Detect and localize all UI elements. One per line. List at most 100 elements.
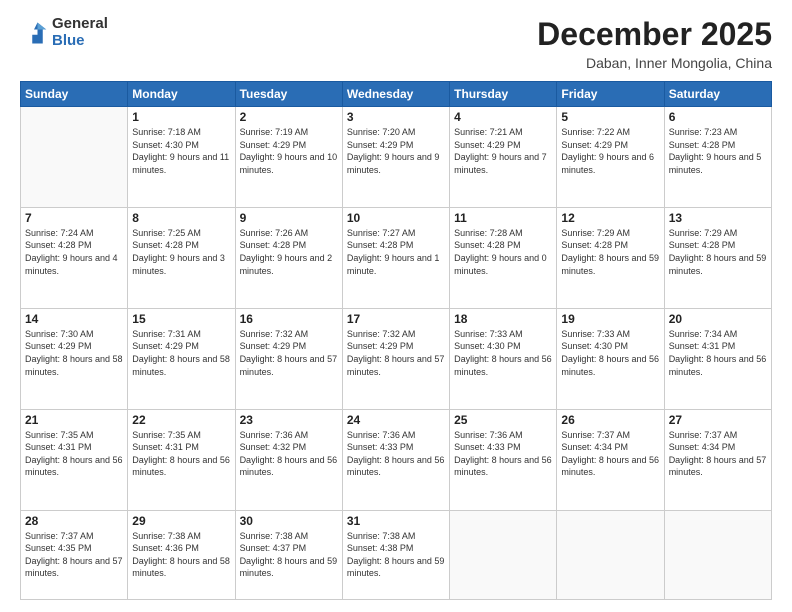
day-number: 9	[240, 211, 338, 225]
day-number: 29	[132, 514, 230, 528]
day-number: 27	[669, 413, 767, 427]
day-number: 26	[561, 413, 659, 427]
day-info: Sunrise: 7:28 AMSunset: 4:28 PMDaylight:…	[454, 227, 552, 277]
calendar-cell: 8 Sunrise: 7:25 AMSunset: 4:28 PMDayligh…	[128, 207, 235, 308]
calendar-cell: 4 Sunrise: 7:21 AMSunset: 4:29 PMDayligh…	[450, 107, 557, 208]
title-block: December 2025 Daban, Inner Mongolia, Chi…	[537, 16, 772, 71]
calendar-cell	[21, 107, 128, 208]
day-number: 5	[561, 110, 659, 124]
day-info: Sunrise: 7:20 AMSunset: 4:29 PMDaylight:…	[347, 126, 445, 176]
day-info: Sunrise: 7:33 AMSunset: 4:30 PMDaylight:…	[454, 328, 552, 378]
day-info: Sunrise: 7:30 AMSunset: 4:29 PMDaylight:…	[25, 328, 123, 378]
calendar-cell: 11 Sunrise: 7:28 AMSunset: 4:28 PMDaylig…	[450, 207, 557, 308]
logo-blue: Blue	[52, 33, 108, 50]
day-number: 24	[347, 413, 445, 427]
day-info: Sunrise: 7:36 AMSunset: 4:33 PMDaylight:…	[454, 429, 552, 479]
calendar-cell: 25 Sunrise: 7:36 AMSunset: 4:33 PMDaylig…	[450, 409, 557, 510]
day-number: 10	[347, 211, 445, 225]
header: General Blue December 2025 Daban, Inner …	[20, 16, 772, 71]
calendar-cell: 3 Sunrise: 7:20 AMSunset: 4:29 PMDayligh…	[342, 107, 449, 208]
day-info: Sunrise: 7:37 AMSunset: 4:34 PMDaylight:…	[561, 429, 659, 479]
day-number: 20	[669, 312, 767, 326]
calendar-cell: 29 Sunrise: 7:38 AMSunset: 4:36 PMDaylig…	[128, 510, 235, 599]
day-number: 28	[25, 514, 123, 528]
calendar-cell: 24 Sunrise: 7:36 AMSunset: 4:33 PMDaylig…	[342, 409, 449, 510]
day-info: Sunrise: 7:29 AMSunset: 4:28 PMDaylight:…	[561, 227, 659, 277]
calendar-cell: 5 Sunrise: 7:22 AMSunset: 4:29 PMDayligh…	[557, 107, 664, 208]
calendar-day-header: Wednesday	[342, 82, 449, 107]
calendar-header-row: SundayMondayTuesdayWednesdayThursdayFrid…	[21, 82, 772, 107]
generalblue-logo-icon	[20, 19, 48, 47]
day-number: 11	[454, 211, 552, 225]
calendar-cell: 26 Sunrise: 7:37 AMSunset: 4:34 PMDaylig…	[557, 409, 664, 510]
day-info: Sunrise: 7:37 AMSunset: 4:34 PMDaylight:…	[669, 429, 767, 479]
day-number: 25	[454, 413, 552, 427]
day-info: Sunrise: 7:21 AMSunset: 4:29 PMDaylight:…	[454, 126, 552, 176]
calendar-cell: 17 Sunrise: 7:32 AMSunset: 4:29 PMDaylig…	[342, 308, 449, 409]
day-info: Sunrise: 7:34 AMSunset: 4:31 PMDaylight:…	[669, 328, 767, 378]
day-info: Sunrise: 7:23 AMSunset: 4:28 PMDaylight:…	[669, 126, 767, 176]
calendar-week-row: 28 Sunrise: 7:37 AMSunset: 4:35 PMDaylig…	[21, 510, 772, 599]
calendar-cell: 18 Sunrise: 7:33 AMSunset: 4:30 PMDaylig…	[450, 308, 557, 409]
day-info: Sunrise: 7:38 AMSunset: 4:38 PMDaylight:…	[347, 530, 445, 580]
calendar-cell: 23 Sunrise: 7:36 AMSunset: 4:32 PMDaylig…	[235, 409, 342, 510]
day-info: Sunrise: 7:37 AMSunset: 4:35 PMDaylight:…	[25, 530, 123, 580]
calendar-cell: 15 Sunrise: 7:31 AMSunset: 4:29 PMDaylig…	[128, 308, 235, 409]
calendar-day-header: Thursday	[450, 82, 557, 107]
day-number: 19	[561, 312, 659, 326]
calendar-day-header: Tuesday	[235, 82, 342, 107]
day-info: Sunrise: 7:29 AMSunset: 4:28 PMDaylight:…	[669, 227, 767, 277]
day-info: Sunrise: 7:38 AMSunset: 4:37 PMDaylight:…	[240, 530, 338, 580]
logo-text: General Blue	[52, 16, 108, 49]
logo: General Blue	[20, 16, 108, 49]
day-info: Sunrise: 7:25 AMSunset: 4:28 PMDaylight:…	[132, 227, 230, 277]
day-info: Sunrise: 7:26 AMSunset: 4:28 PMDaylight:…	[240, 227, 338, 277]
day-number: 17	[347, 312, 445, 326]
day-info: Sunrise: 7:31 AMSunset: 4:29 PMDaylight:…	[132, 328, 230, 378]
calendar-cell: 21 Sunrise: 7:35 AMSunset: 4:31 PMDaylig…	[21, 409, 128, 510]
day-info: Sunrise: 7:27 AMSunset: 4:28 PMDaylight:…	[347, 227, 445, 277]
logo-general: General	[52, 16, 108, 33]
day-number: 3	[347, 110, 445, 124]
day-number: 21	[25, 413, 123, 427]
day-number: 31	[347, 514, 445, 528]
calendar-table: SundayMondayTuesdayWednesdayThursdayFrid…	[20, 81, 772, 600]
calendar-cell: 2 Sunrise: 7:19 AMSunset: 4:29 PMDayligh…	[235, 107, 342, 208]
month-title: December 2025	[537, 16, 772, 53]
day-number: 15	[132, 312, 230, 326]
calendar-cell: 22 Sunrise: 7:35 AMSunset: 4:31 PMDaylig…	[128, 409, 235, 510]
calendar-week-row: 1 Sunrise: 7:18 AMSunset: 4:30 PMDayligh…	[21, 107, 772, 208]
calendar-cell: 27 Sunrise: 7:37 AMSunset: 4:34 PMDaylig…	[664, 409, 771, 510]
day-number: 16	[240, 312, 338, 326]
day-number: 2	[240, 110, 338, 124]
location-title: Daban, Inner Mongolia, China	[537, 55, 772, 71]
day-number: 23	[240, 413, 338, 427]
day-number: 18	[454, 312, 552, 326]
calendar-cell: 30 Sunrise: 7:38 AMSunset: 4:37 PMDaylig…	[235, 510, 342, 599]
calendar-cell: 6 Sunrise: 7:23 AMSunset: 4:28 PMDayligh…	[664, 107, 771, 208]
calendar-cell: 31 Sunrise: 7:38 AMSunset: 4:38 PMDaylig…	[342, 510, 449, 599]
calendar-week-row: 14 Sunrise: 7:30 AMSunset: 4:29 PMDaylig…	[21, 308, 772, 409]
calendar-cell: 20 Sunrise: 7:34 AMSunset: 4:31 PMDaylig…	[664, 308, 771, 409]
calendar-cell: 13 Sunrise: 7:29 AMSunset: 4:28 PMDaylig…	[664, 207, 771, 308]
calendar-cell: 16 Sunrise: 7:32 AMSunset: 4:29 PMDaylig…	[235, 308, 342, 409]
day-number: 13	[669, 211, 767, 225]
calendar-cell: 9 Sunrise: 7:26 AMSunset: 4:28 PMDayligh…	[235, 207, 342, 308]
day-number: 6	[669, 110, 767, 124]
calendar-cell: 10 Sunrise: 7:27 AMSunset: 4:28 PMDaylig…	[342, 207, 449, 308]
day-info: Sunrise: 7:36 AMSunset: 4:33 PMDaylight:…	[347, 429, 445, 479]
calendar-day-header: Sunday	[21, 82, 128, 107]
calendar-cell: 19 Sunrise: 7:33 AMSunset: 4:30 PMDaylig…	[557, 308, 664, 409]
day-number: 4	[454, 110, 552, 124]
calendar-day-header: Saturday	[664, 82, 771, 107]
day-info: Sunrise: 7:38 AMSunset: 4:36 PMDaylight:…	[132, 530, 230, 580]
day-info: Sunrise: 7:18 AMSunset: 4:30 PMDaylight:…	[132, 126, 230, 176]
day-info: Sunrise: 7:32 AMSunset: 4:29 PMDaylight:…	[347, 328, 445, 378]
day-info: Sunrise: 7:32 AMSunset: 4:29 PMDaylight:…	[240, 328, 338, 378]
day-info: Sunrise: 7:24 AMSunset: 4:28 PMDaylight:…	[25, 227, 123, 277]
calendar-cell: 7 Sunrise: 7:24 AMSunset: 4:28 PMDayligh…	[21, 207, 128, 308]
calendar-week-row: 7 Sunrise: 7:24 AMSunset: 4:28 PMDayligh…	[21, 207, 772, 308]
day-number: 7	[25, 211, 123, 225]
day-number: 14	[25, 312, 123, 326]
day-info: Sunrise: 7:19 AMSunset: 4:29 PMDaylight:…	[240, 126, 338, 176]
